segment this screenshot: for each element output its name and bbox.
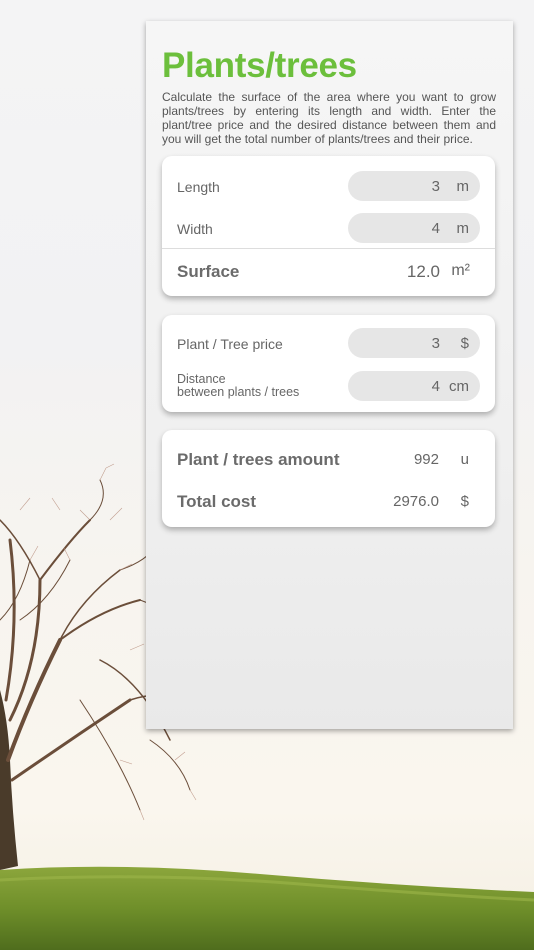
calculator-panel: Plants/trees Calculate the surface of th… xyxy=(146,21,513,729)
amount-value: 992 xyxy=(413,451,439,468)
length-label: Length xyxy=(177,179,220,195)
distance-label: Distance between plants / trees xyxy=(177,373,299,399)
page-title: Plants/trees xyxy=(162,46,357,85)
surface-value: 12.0 xyxy=(406,262,440,281)
width-label: Width xyxy=(177,221,213,237)
width-value[interactable]: 4 xyxy=(432,220,440,237)
results-card: Plant / trees amount 992 u Total cost 29… xyxy=(162,430,495,527)
length-unit: m xyxy=(456,178,470,195)
total-label: Total cost xyxy=(177,492,257,511)
distance-label-line2: between plants / trees xyxy=(177,385,300,399)
surface-label: Surface xyxy=(177,262,240,281)
total-unit: $ xyxy=(460,493,469,510)
width-unit: m xyxy=(456,220,470,237)
price-input[interactable]: 3 $ xyxy=(348,328,480,358)
distance-value[interactable]: 4 xyxy=(432,378,440,395)
surface-unit: m² xyxy=(451,262,470,279)
price-label: Plant / Tree price xyxy=(177,336,283,352)
price-unit: $ xyxy=(460,335,469,352)
total-value: 2976.0 xyxy=(393,493,439,510)
amount-label: Plant / trees amount xyxy=(177,450,340,469)
width-input[interactable]: 4 m xyxy=(348,213,480,243)
amount-unit: u xyxy=(460,451,469,468)
length-input[interactable]: 3 m xyxy=(348,171,480,201)
price-value[interactable]: 3 xyxy=(432,335,440,352)
distance-label-line1: Distance xyxy=(177,372,226,386)
divider xyxy=(162,248,495,249)
distance-input[interactable]: 4 cm xyxy=(348,371,480,401)
length-value[interactable]: 3 xyxy=(432,178,440,195)
plant-inputs-card: Plant / Tree price 3 $ Distance between … xyxy=(162,315,495,412)
dimensions-card: Length 3 m Width 4 m Surface 12.0 m² xyxy=(162,156,495,296)
description-text: Calculate the surface of the area where … xyxy=(162,90,496,146)
distance-unit: cm xyxy=(449,378,469,395)
